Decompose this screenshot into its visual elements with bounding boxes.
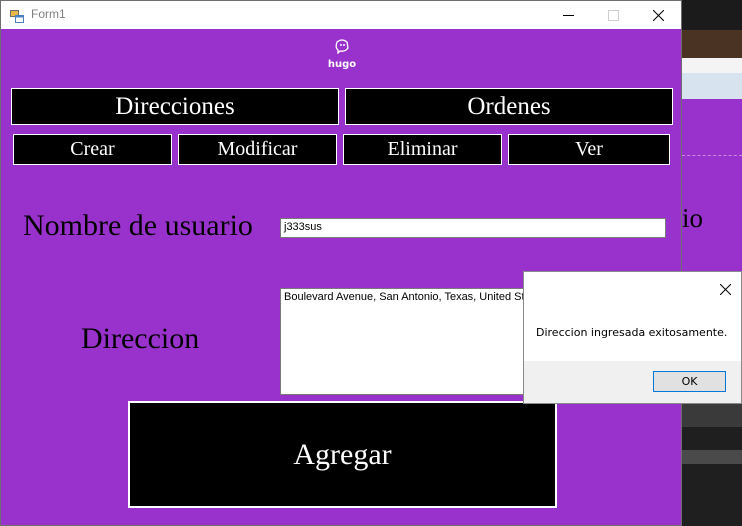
- ver-button[interactable]: Ver: [508, 134, 670, 165]
- form-app-icon: [10, 8, 24, 23]
- main-form-window: Form1 hugo Direcciones Ordenes Crear Mod…: [0, 0, 682, 526]
- background-panel-a: [682, 403, 742, 427]
- background-divider: [682, 155, 742, 156]
- hugo-logo: hugo: [319, 39, 365, 70]
- minimize-icon: [563, 6, 574, 25]
- background-window: io: [682, 0, 742, 526]
- background-strip: [682, 58, 742, 73]
- background-header: [682, 73, 742, 99]
- background-label-fragment: io: [682, 203, 704, 233]
- message-box-dialog: Direccion ingresada exitosamente. OK: [523, 271, 742, 404]
- dialog-footer: OK: [524, 361, 741, 403]
- maximize-button[interactable]: [591, 1, 636, 29]
- address-label: Direccion: [81, 322, 200, 355]
- ok-button[interactable]: OK: [653, 371, 726, 392]
- username-input[interactable]: j333sus: [280, 218, 666, 238]
- background-titlebar: [682, 0, 742, 30]
- username-label: Nombre de usuario: [23, 209, 253, 242]
- modificar-button[interactable]: Modificar: [178, 134, 337, 165]
- agregar-button[interactable]: Agregar: [128, 401, 557, 508]
- logo-text: hugo: [327, 59, 357, 70]
- eliminar-button[interactable]: Eliminar: [343, 134, 502, 165]
- tab-ordenes[interactable]: Ordenes: [345, 88, 673, 125]
- title-bar[interactable]: Form1: [1, 1, 681, 29]
- hugo-logo-icon: [333, 39, 351, 58]
- background-panel-b: [682, 450, 742, 464]
- close-icon: [652, 6, 665, 25]
- window-title: Form1: [31, 7, 66, 21]
- close-button[interactable]: [636, 1, 681, 29]
- dialog-close-button[interactable]: [714, 278, 736, 300]
- background-form-panel: io: [682, 99, 742, 274]
- minimize-button[interactable]: [546, 1, 591, 29]
- dialog-message: Direccion ingresada exitosamente.: [536, 326, 728, 339]
- crear-button[interactable]: Crear: [13, 134, 172, 165]
- tab-direcciones[interactable]: Direcciones: [11, 88, 339, 125]
- close-icon: [719, 280, 731, 299]
- maximize-icon: [608, 6, 619, 25]
- background-toolbar: [682, 30, 742, 58]
